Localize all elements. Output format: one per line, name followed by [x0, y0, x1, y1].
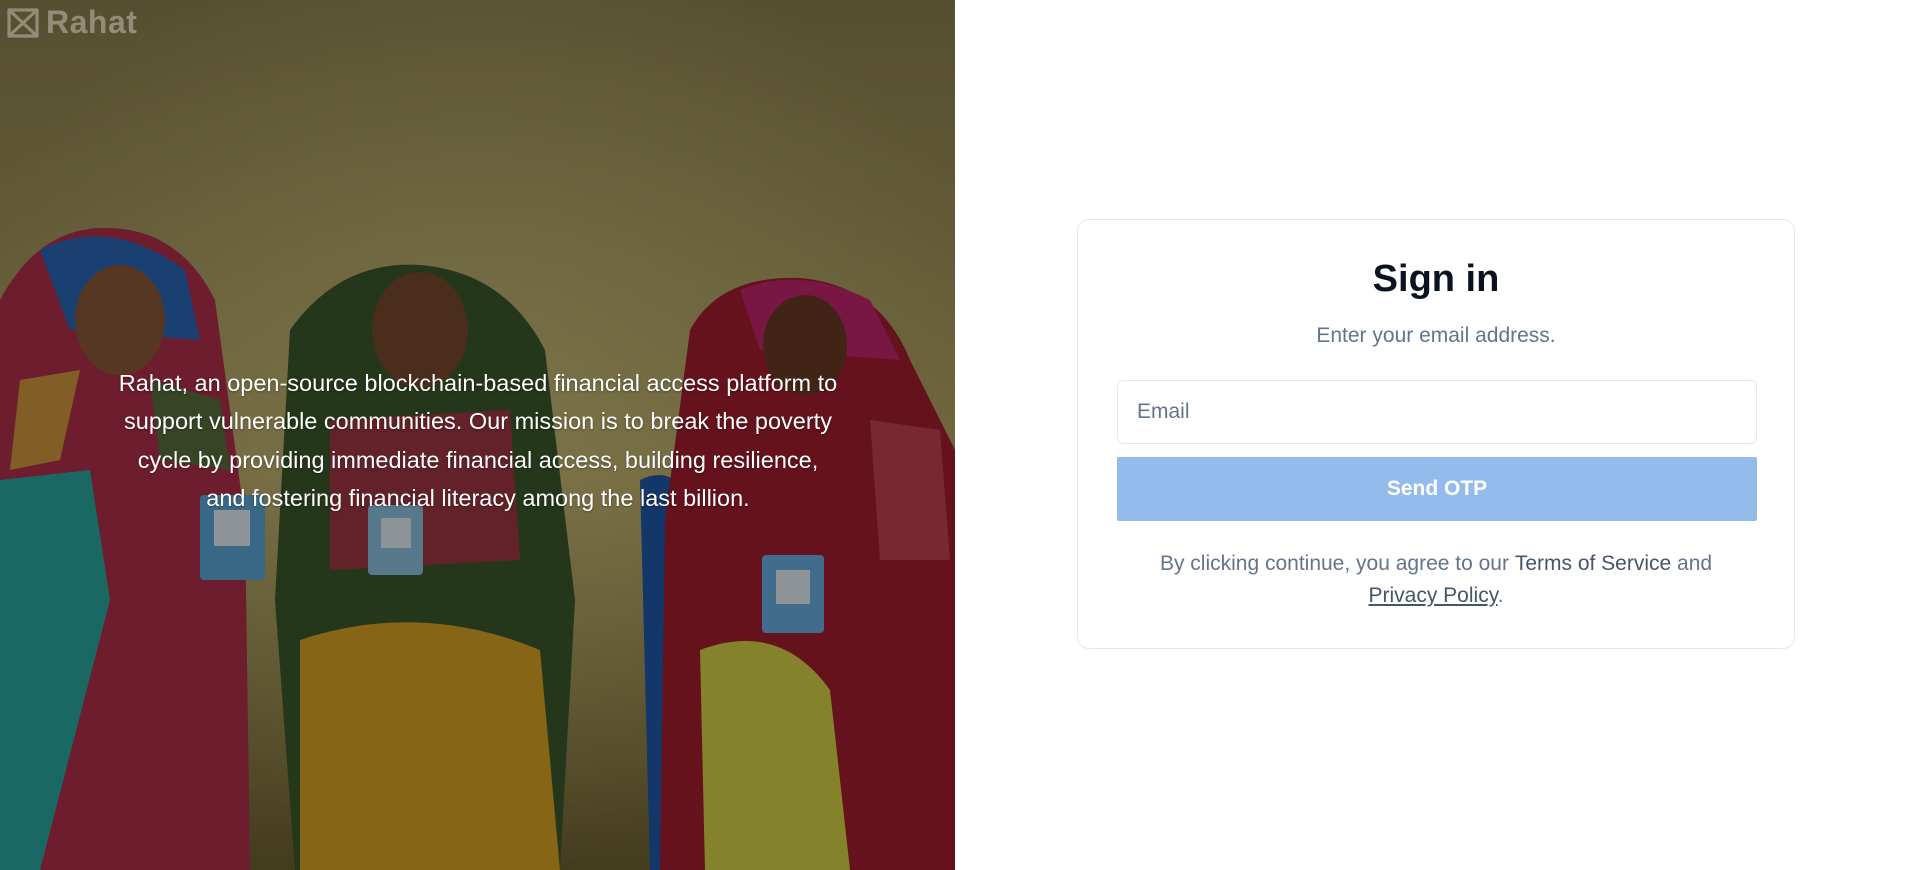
signin-title: Sign in	[1372, 258, 1500, 300]
email-input[interactable]	[1117, 380, 1757, 444]
auth-panel: Sign in Enter your email address. Send O…	[955, 0, 1916, 870]
mission-statement: Rahat, an open-source blockchain-based f…	[118, 369, 838, 512]
signin-subtitle: Enter your email address.	[1316, 324, 1556, 347]
signin-card: Sign in Enter your email address. Send O…	[1077, 219, 1795, 649]
terms-of-service-link[interactable]: Terms of Service	[1515, 552, 1671, 575]
terms-and: and	[1671, 552, 1713, 575]
brand-logo[interactable]: Rahat	[6, 4, 137, 41]
terms-suffix: .	[1497, 584, 1504, 607]
send-otp-button[interactable]: Send OTP	[1117, 457, 1757, 521]
terms-prefix: By clicking continue, you agree to our	[1159, 552, 1515, 575]
login-page: Rahat Rahat, an open-source blockchain-b…	[0, 0, 1916, 870]
hero-panel: Rahat Rahat, an open-source blockchain-b…	[0, 0, 955, 870]
rahat-bowtie-logo-icon	[6, 6, 40, 40]
brand-name: Rahat	[46, 4, 138, 40]
privacy-policy-link[interactable]: Privacy Policy	[1369, 584, 1498, 607]
terms-notice: By clicking continue, you agree to our T…	[1108, 548, 1764, 612]
